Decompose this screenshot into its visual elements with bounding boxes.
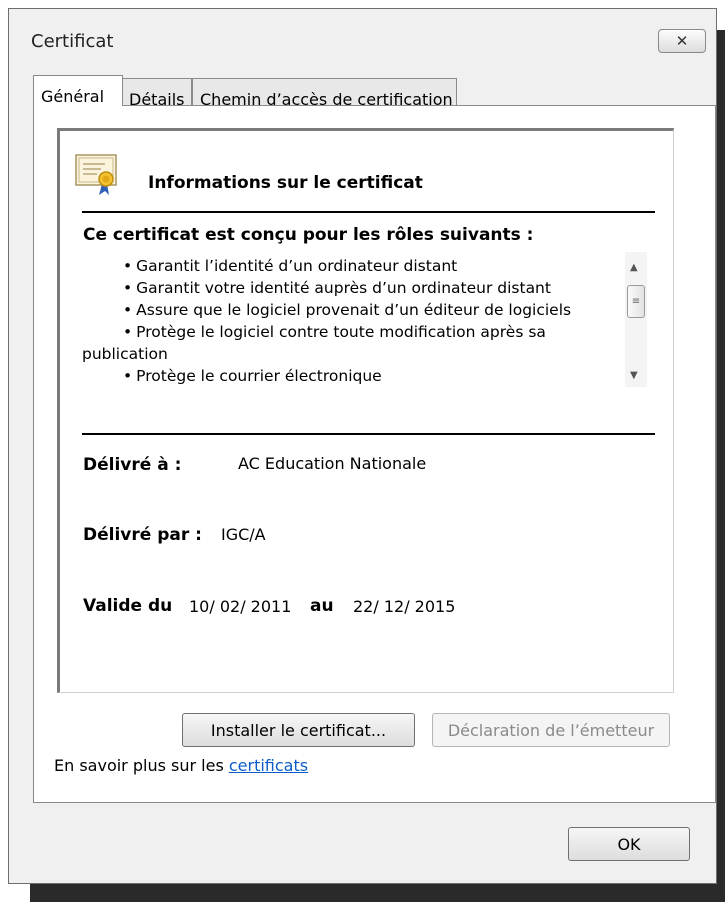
tab-certification-path[interactable]: Chemin d’accès de certification: [192, 78, 457, 109]
issuer-statement-label: Déclaration de l’émetteur: [447, 720, 655, 740]
certificate-info-box: Informations sur le certificat Ce certif…: [57, 128, 674, 693]
scroll-up-arrow-icon[interactable]: ▲: [630, 262, 638, 273]
divider-top: [82, 211, 655, 213]
ok-button[interactable]: OK: [568, 827, 690, 861]
issued-by-label: Délivré par :: [83, 525, 202, 545]
tab-details[interactable]: Détails: [121, 78, 192, 109]
valid-from-value: 10/ 02/ 2011: [189, 597, 292, 616]
tab-general-label: Général: [41, 87, 105, 106]
info-title: Informations sur le certificat: [148, 173, 423, 193]
purposes-heading: Ce certificat est conçu pour les rôles s…: [83, 225, 534, 245]
purpose-item: Protège le logiciel contre toute modific…: [82, 321, 622, 365]
issued-to-label: Délivré à :: [83, 455, 182, 475]
install-certificate-label: Installer le certificat...: [210, 720, 387, 740]
purpose-item: Garantit l’identité d’un ordinateur dist…: [82, 255, 622, 277]
title-bar[interactable]: Certificat ✕: [9, 9, 716, 63]
issued-by-value: IGC/A: [221, 525, 266, 544]
valid-from-label: Valide du: [83, 596, 173, 616]
valid-to-label: au: [310, 596, 334, 616]
purposes-scrollbar[interactable]: ▲ ≡ ▼: [625, 252, 647, 387]
close-button[interactable]: ✕: [658, 29, 706, 53]
close-icon: ✕: [675, 32, 689, 50]
general-tab-panel: Informations sur le certificat Ce certif…: [33, 105, 716, 803]
purposes-list[interactable]: Garantit l’identité d’un ordinateur dist…: [82, 255, 622, 385]
issuer-statement-button[interactable]: Déclaration de l’émetteur: [432, 713, 670, 747]
scroll-thumb[interactable]: ≡: [627, 285, 645, 318]
issued-to-value: AC Education Nationale: [238, 454, 427, 473]
certificate-icon: [75, 154, 117, 195]
valid-to-value: 22/ 12/ 2015: [353, 597, 456, 616]
purpose-item: Garantit votre identité auprès d’un ordi…: [82, 277, 622, 299]
ok-label: OK: [617, 834, 641, 854]
certificate-dialog: Certificat ✕ Général Détails Chemin d’ac…: [8, 8, 717, 884]
learn-more-prefix: En savoir plus sur les: [54, 756, 229, 775]
scroll-down-arrow-icon[interactable]: ▼: [630, 370, 638, 381]
divider-bottom: [82, 433, 655, 435]
learn-more-text: En savoir plus sur les certificats: [54, 756, 308, 775]
tab-general[interactable]: Général: [33, 75, 123, 106]
purpose-item: Protège le courrier électronique: [82, 365, 622, 385]
install-certificate-button[interactable]: Installer le certificat...: [182, 713, 415, 747]
window-title: Certificat: [31, 31, 114, 52]
purpose-item: Assure que le logiciel provenait d’un éd…: [82, 299, 622, 321]
certificates-link[interactable]: certificats: [229, 756, 308, 775]
